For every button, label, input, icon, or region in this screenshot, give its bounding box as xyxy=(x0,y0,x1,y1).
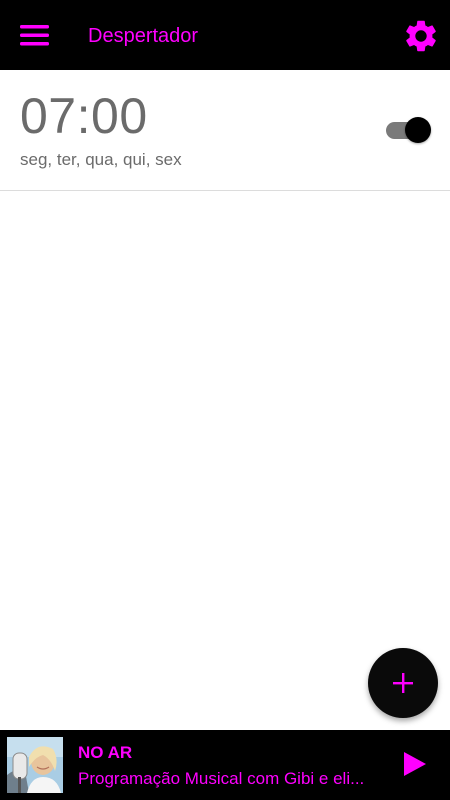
alarm-toggle[interactable] xyxy=(384,117,432,143)
settings-button[interactable] xyxy=(402,17,440,55)
radio-player-bar[interactable]: NO AR Programação Musical com Gibi e eli… xyxy=(0,730,450,800)
program-title: Programação Musical com Gibi e eli... xyxy=(78,769,365,788)
toggle-knob xyxy=(405,117,431,143)
program-cover-image xyxy=(7,737,63,793)
alarm-time: 07:00 xyxy=(20,88,148,144)
plus-icon xyxy=(393,673,413,693)
on-air-status: NO AR xyxy=(78,743,133,762)
hamburger-menu-icon xyxy=(20,25,49,46)
alarm-days: seg, ter, qua, qui, sex xyxy=(20,150,182,169)
play-icon xyxy=(404,752,426,776)
play-button[interactable] xyxy=(400,748,430,780)
top-app-bar: Despertador xyxy=(0,0,450,70)
page-title: Despertador xyxy=(88,25,199,47)
menu-button[interactable] xyxy=(16,20,54,50)
add-alarm-button[interactable] xyxy=(368,648,438,718)
alarm-list-item[interactable]: 07:00 seg, ter, qua, qui, sex xyxy=(0,70,450,191)
app-screen: Despertador 07:00 seg, ter, qua, qui, se… xyxy=(0,0,450,800)
gear-icon xyxy=(406,20,436,52)
